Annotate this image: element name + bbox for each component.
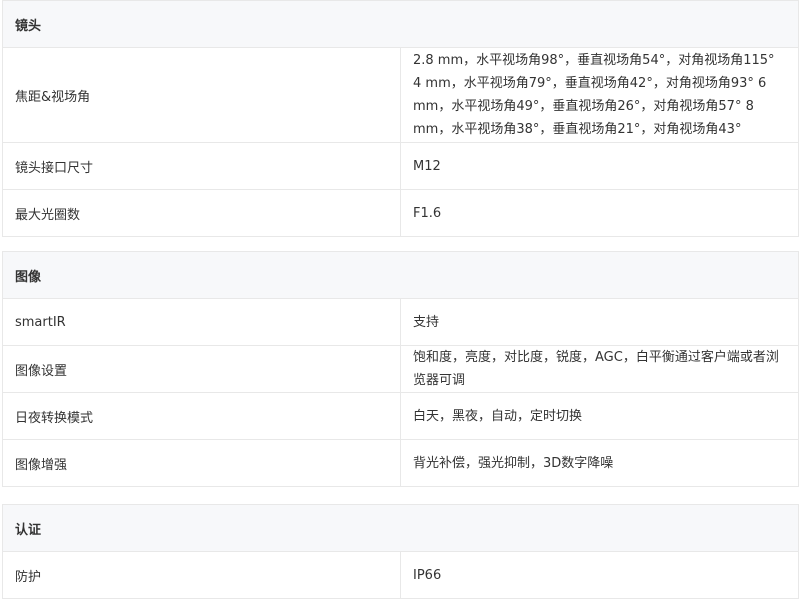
- table-row: 图像增强 背光补偿，强光抑制，3D数字降噪: [2, 439, 799, 487]
- spec-section-certification: 认证 防护 IP66: [2, 504, 799, 599]
- row-label: 日夜转换模式: [2, 392, 401, 440]
- row-label: 防护: [2, 551, 401, 599]
- table-row: 防护 IP66: [2, 551, 799, 599]
- table-row: 日夜转换模式 白天，黑夜，自动，定时切换: [2, 392, 799, 440]
- section-header: 镜头: [2, 0, 799, 48]
- section-header: 图像: [2, 251, 799, 299]
- row-value: F1.6: [400, 189, 799, 237]
- section-header: 认证: [2, 504, 799, 552]
- row-value: IP66: [400, 551, 799, 599]
- table-row: 最大光圈数 F1.6: [2, 189, 799, 237]
- spec-section-image: 图像 smartIR 支持 图像设置 饱和度，亮度，对比度，锐度，AGC，白平衡…: [2, 251, 799, 487]
- row-value: 白天，黑夜，自动，定时切换: [400, 392, 799, 440]
- spec-section-lens: 镜头 焦距&视场角 2.8 mm，水平视场角98°，垂直视场角54°，对角视场角…: [2, 0, 799, 237]
- row-value: 2.8 mm，水平视场角98°，垂直视场角54°，对角视场角115° 4 mm，…: [400, 47, 799, 143]
- row-label: 图像增强: [2, 439, 401, 487]
- row-value: M12: [400, 142, 799, 190]
- table-row: smartIR 支持: [2, 298, 799, 346]
- section-title: 图像: [2, 251, 799, 299]
- section-title: 镜头: [2, 0, 799, 48]
- row-label: 图像设置: [2, 345, 401, 393]
- row-label: 镜头接口尺寸: [2, 142, 401, 190]
- section-title: 认证: [2, 504, 799, 552]
- row-value: 背光补偿，强光抑制，3D数字降噪: [400, 439, 799, 487]
- table-row: 图像设置 饱和度，亮度，对比度，锐度，AGC，白平衡通过客户端或者浏览器可调: [2, 345, 799, 393]
- row-value: 饱和度，亮度，对比度，锐度，AGC，白平衡通过客户端或者浏览器可调: [400, 345, 799, 393]
- row-value: 支持: [400, 298, 799, 346]
- row-label: 最大光圈数: [2, 189, 401, 237]
- row-label: smartIR: [2, 298, 401, 346]
- row-label: 焦距&视场角: [2, 47, 401, 143]
- table-row: 镜头接口尺寸 M12: [2, 142, 799, 190]
- table-row: 焦距&视场角 2.8 mm，水平视场角98°，垂直视场角54°，对角视场角115…: [2, 47, 799, 143]
